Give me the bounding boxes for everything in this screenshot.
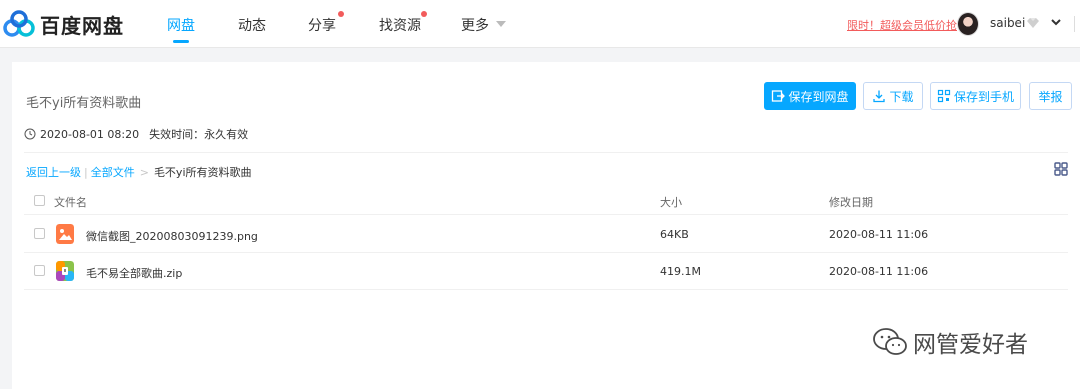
nav-item-disk[interactable]: 网盘	[167, 15, 195, 35]
column-header-size[interactable]: 大小	[660, 194, 682, 210]
save-to-disk-label: 保存到网盘	[788, 89, 849, 104]
breadcrumb-current: 毛不yi所有资料歌曲	[153, 166, 252, 179]
row-checkbox[interactable]	[34, 228, 45, 239]
grid-view-icon[interactable]	[1054, 162, 1068, 176]
file-size: 64KB	[660, 228, 689, 241]
row-checkbox[interactable]	[34, 265, 45, 276]
select-all-checkbox[interactable]	[34, 195, 45, 206]
row-divider	[24, 289, 1068, 290]
share-badge-dot	[338, 11, 344, 17]
cloud-logo-icon	[3, 10, 35, 37]
report-label: 举报	[1038, 89, 1063, 104]
save-to-phone-label: 保存到手机	[953, 89, 1014, 104]
promo-link[interactable]: 限时！超级会员低价抢	[847, 17, 957, 33]
column-header-date[interactable]: 修改日期	[829, 194, 873, 210]
qr-code-icon	[937, 89, 951, 103]
breadcrumb-back-link[interactable]: 返回上一级	[26, 166, 81, 179]
panel-divider	[24, 152, 1068, 153]
download-button[interactable]: 下载	[863, 82, 923, 110]
wechat-icon	[873, 328, 907, 355]
logo-text: 百度网盘	[40, 13, 124, 38]
report-button[interactable]: 举报	[1029, 82, 1072, 110]
file-date: 2020-08-11 11:06	[829, 228, 929, 241]
account-chevron-down-icon[interactable]	[1050, 16, 1062, 28]
watermark-text: 网管爱好者	[913, 332, 1028, 358]
zip-file-icon	[56, 261, 74, 281]
table-row[interactable]: 毛不易全部歌曲.zip 419.1M 2020-08-11 11:06	[24, 253, 1074, 289]
clock-icon	[24, 128, 36, 140]
table-header: 文件名 大小 修改日期	[24, 190, 1074, 216]
file-size: 419.1M	[660, 265, 701, 278]
file-name[interactable]: 毛不易全部歌曲.zip	[86, 265, 182, 281]
resources-badge-dot	[421, 11, 427, 17]
image-file-icon	[56, 224, 74, 244]
share-meta: 2020-08-01 08:20 失效时间：永久有效	[24, 126, 248, 142]
file-name[interactable]: 微信截图_20200803091239.png	[86, 228, 258, 244]
username[interactable]: saibei	[990, 16, 1025, 30]
nav-item-activity[interactable]: 动态	[238, 15, 266, 35]
nav-item-find-resources[interactable]: 找资源	[379, 15, 421, 35]
save-to-phone-button[interactable]: 保存到手机	[930, 82, 1021, 110]
file-date: 2020-08-11 11:06	[829, 265, 929, 278]
save-to-disk-button[interactable]: 保存到网盘	[764, 82, 856, 110]
vip-diamond-icon	[1027, 18, 1039, 28]
save-icon	[772, 90, 786, 102]
breadcrumb-all-files-link[interactable]: 全部文件	[91, 166, 135, 179]
nav-item-share[interactable]: 分享	[308, 15, 336, 35]
share-expiry: 失效时间：永久有效	[149, 128, 249, 141]
column-header-name[interactable]: 文件名	[54, 194, 87, 210]
watermark: 网管爱好者	[872, 322, 1028, 362]
more-chevron-down-icon[interactable]	[496, 21, 506, 27]
top-bar: 百度网盘 网盘 动态 分享 找资源 更多 限时！超级会员低价抢 saibei	[0, 0, 1080, 48]
logo[interactable]: 百度网盘	[2, 8, 124, 40]
share-date: 2020-08-01 08:20	[40, 127, 140, 141]
active-nav-indicator	[173, 40, 189, 43]
download-icon	[873, 90, 886, 103]
share-title: 毛不yi所有资料歌曲	[26, 96, 142, 111]
nav-item-more[interactable]: 更多	[461, 15, 489, 35]
download-label: 下载	[889, 89, 914, 104]
table-row[interactable]: 微信截图_20200803091239.png 64KB 2020-08-11 …	[24, 216, 1074, 252]
header-divider-line	[24, 214, 1068, 215]
header-divider	[1074, 16, 1075, 32]
breadcrumb: 返回上一级 | 全部文件 > 毛不yi所有资料歌曲	[26, 166, 252, 179]
avatar[interactable]	[957, 12, 979, 36]
